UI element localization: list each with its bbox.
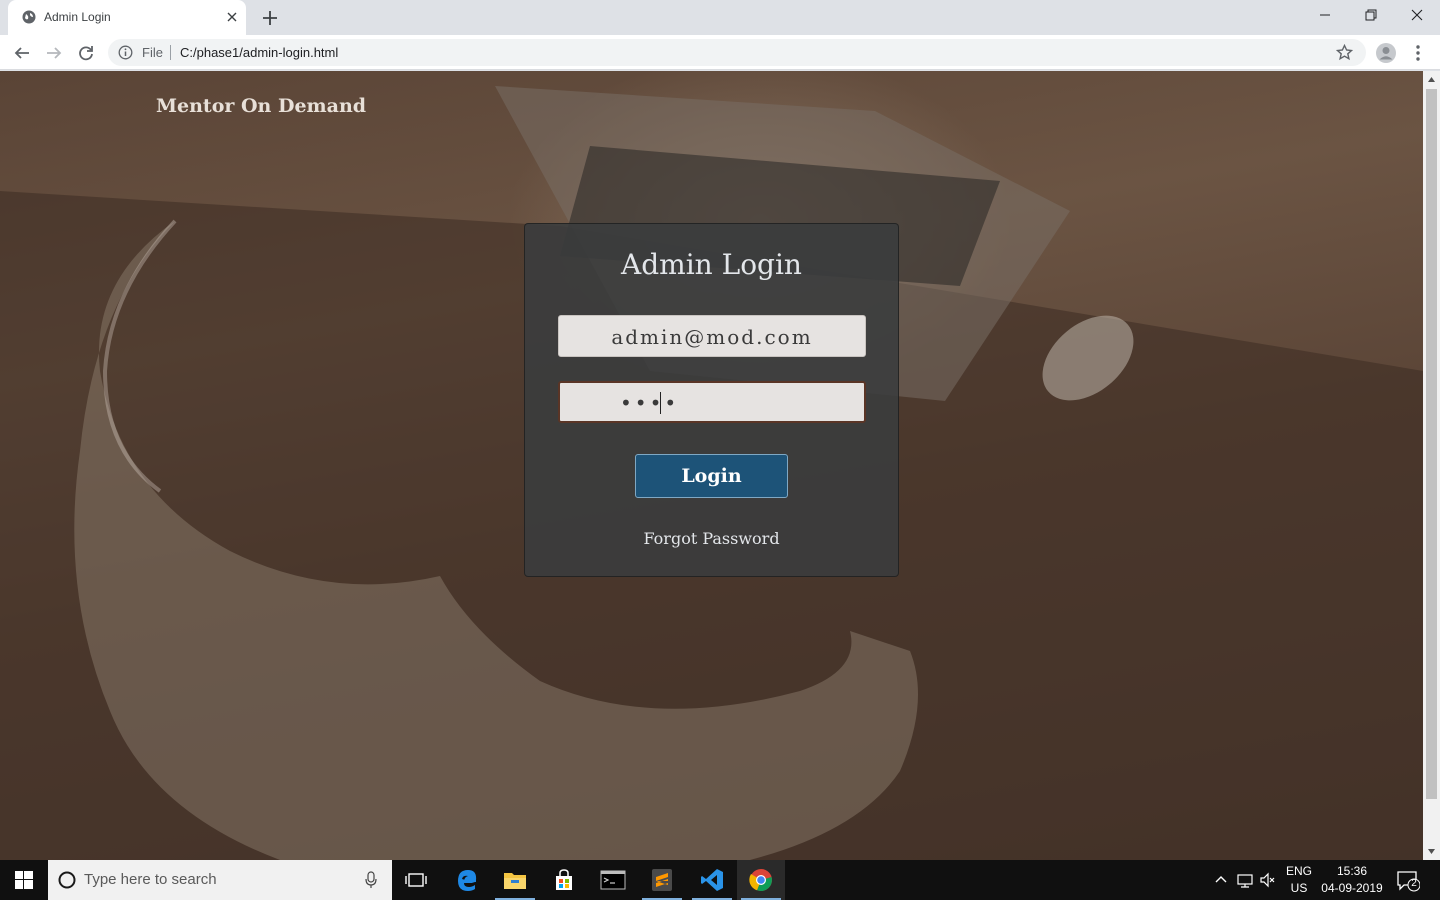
taskbar-app-file-explorer[interactable]	[491, 860, 539, 900]
arrow-right-icon	[47, 47, 62, 59]
windows-logo-icon	[15, 871, 33, 889]
login-button[interactable]: Login	[635, 454, 788, 498]
scrollbar-thumb[interactable]	[1426, 89, 1437, 799]
minimize-icon	[1320, 14, 1330, 16]
language-code: ENG	[1285, 864, 1312, 878]
scroll-down-arrow-icon[interactable]	[1427, 847, 1436, 856]
chevron-up-icon[interactable]	[1212, 871, 1230, 889]
clock-time: 15:36	[1336, 864, 1368, 878]
browser-tab-active[interactable]: Admin Login	[8, 0, 246, 35]
page-scrollbar[interactable]	[1423, 71, 1440, 860]
restore-icon	[1365, 9, 1377, 21]
windows-taskbar: Type here to search ENG US 15:36 04-09-2…	[0, 860, 1440, 900]
system-clock[interactable]: 15:36 04-09-2019	[1318, 863, 1386, 897]
microphone-icon[interactable]	[364, 871, 378, 889]
task-view-icon	[405, 873, 427, 887]
brand-logo-text[interactable]: Mentor On Demand	[156, 95, 366, 117]
browser-tabstrip: Admin Login	[0, 0, 1440, 35]
taskbar-search-box[interactable]: Type here to search	[48, 860, 392, 900]
action-center-button[interactable]: 2	[1396, 870, 1421, 892]
email-value: admin@mod.com	[611, 325, 813, 349]
store-bag-icon	[556, 869, 572, 890]
profile-avatar-icon[interactable]	[1375, 42, 1397, 64]
clock-date: 04-09-2019	[1321, 881, 1383, 895]
cortana-circle-icon	[58, 871, 76, 889]
more-menu-icon[interactable]	[1410, 42, 1426, 64]
text-caret	[660, 392, 661, 414]
password-mask: ••••	[620, 391, 680, 415]
tab-title: Admin Login	[44, 10, 111, 24]
window-close-button[interactable]	[1394, 0, 1440, 30]
close-icon	[1411, 9, 1423, 21]
taskbar-app-chrome[interactable]	[737, 860, 785, 900]
page-viewport: Mentor On Demand Admin Login admin@mod.c…	[0, 71, 1423, 860]
volume-muted-icon[interactable]	[1259, 871, 1277, 889]
taskbar-app-edge[interactable]	[443, 860, 491, 900]
search-placeholder: Type here to search	[84, 871, 217, 888]
sublime-text-icon	[652, 869, 672, 891]
url-text[interactable]: C:/phase1/admin-login.html	[180, 45, 338, 60]
reload-button[interactable]	[75, 42, 97, 64]
vscode-icon	[701, 869, 723, 891]
window-minimize-button[interactable]	[1302, 0, 1348, 30]
info-icon[interactable]	[118, 45, 133, 60]
new-tab-icon[interactable]	[260, 8, 280, 28]
arrow-left-icon	[14, 47, 29, 59]
taskbar-app-store[interactable]	[540, 860, 588, 900]
scroll-up-arrow-icon[interactable]	[1427, 75, 1436, 84]
start-button[interactable]	[0, 860, 48, 900]
omnibox-scheme-label: File	[142, 45, 163, 60]
forgot-password-link[interactable]: Forgot Password	[525, 529, 898, 548]
back-button[interactable]	[11, 42, 33, 64]
edge-icon	[458, 870, 477, 891]
close-tab-icon[interactable]	[224, 9, 240, 25]
forward-button[interactable]	[43, 42, 65, 64]
notification-count-badge: 2	[1411, 878, 1417, 889]
network-icon[interactable]	[1236, 871, 1254, 889]
task-view-button[interactable]	[392, 860, 440, 900]
folder-icon	[504, 873, 526, 889]
region-code: US	[1290, 881, 1308, 895]
browser-toolbar: File C:/phase1/admin-login.html	[0, 35, 1440, 70]
taskbar-app-terminal[interactable]	[589, 860, 637, 900]
input-language-indicator[interactable]: ENG US	[1284, 863, 1314, 897]
login-title: Admin Login	[621, 248, 802, 281]
chrome-icon	[749, 869, 772, 892]
window-restore-button[interactable]	[1348, 0, 1394, 30]
taskbar-app-sublime[interactable]	[638, 860, 686, 900]
password-field[interactable]: ••••	[558, 381, 866, 423]
email-field[interactable]: admin@mod.com	[558, 315, 866, 357]
command-prompt-icon	[600, 870, 626, 890]
taskbar-app-vscode[interactable]	[688, 860, 736, 900]
globe-icon	[22, 10, 36, 24]
omnibox-separator	[170, 45, 171, 60]
address-bar[interactable]: File C:/phase1/admin-login.html	[108, 39, 1366, 66]
reload-icon	[79, 46, 93, 61]
bookmark-star-icon[interactable]	[1336, 44, 1353, 61]
login-card: Admin Login admin@mod.com •••• Login For…	[524, 223, 899, 577]
